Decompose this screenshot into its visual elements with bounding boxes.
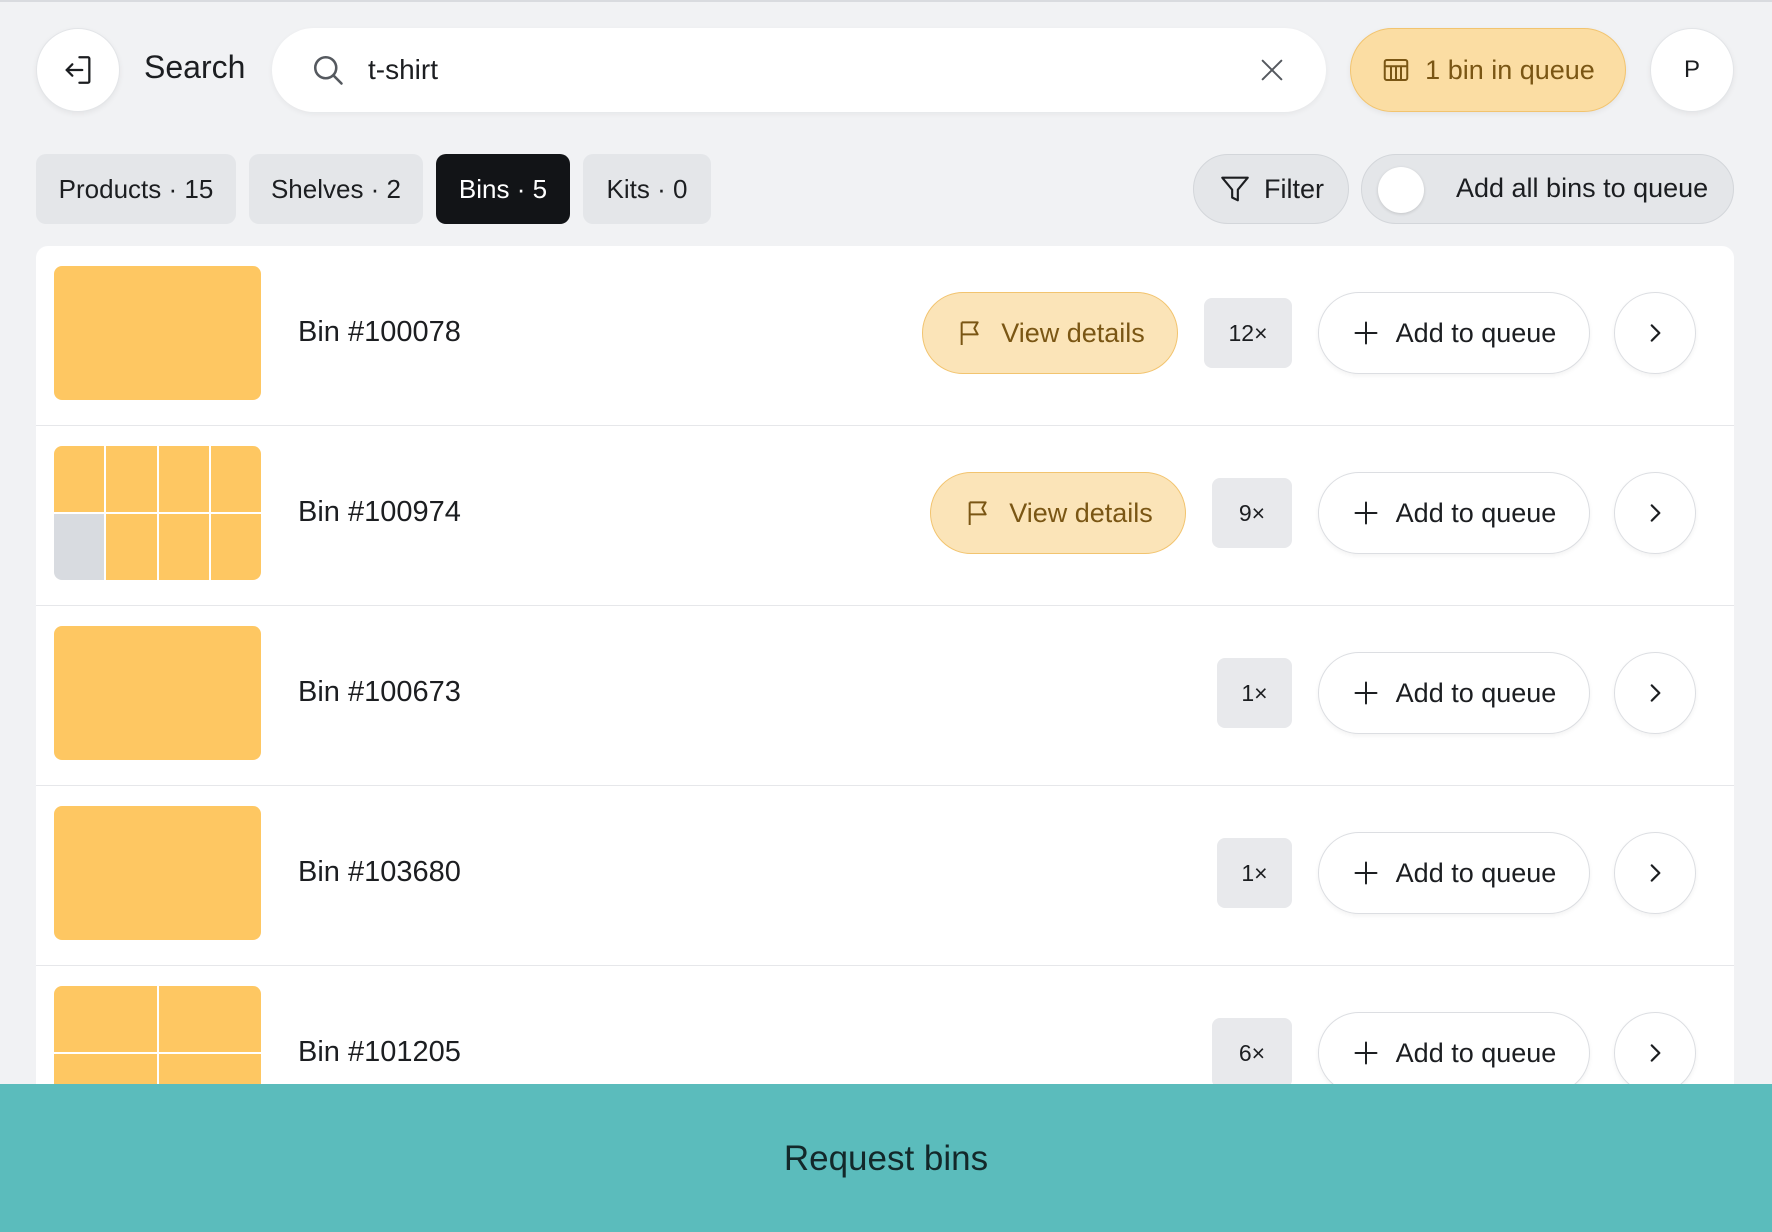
search-input[interactable] (368, 48, 1228, 92)
add-to-queue-label: Add to queue (1395, 857, 1557, 888)
bin-label: Bin #100673 (298, 676, 461, 708)
filter-icon (1221, 176, 1249, 202)
toggle-knob[interactable] (1378, 167, 1424, 213)
quantity-badge: 12× (1204, 298, 1292, 368)
view-details-label: View details (1009, 497, 1153, 528)
bin-row[interactable]: Bin #103680 1× Add to queue (36, 786, 1734, 966)
quantity-badge: 1× (1217, 658, 1292, 728)
bin-thumbnail (54, 266, 261, 400)
add-to-queue-label: Add to queue (1395, 317, 1557, 348)
quantity-badge: 9× (1212, 478, 1292, 548)
exit-button[interactable] (36, 28, 120, 112)
plus-icon (1354, 861, 1378, 885)
page-title: Search (144, 49, 246, 85)
add-to-queue-button[interactable]: Add to queue (1318, 652, 1590, 734)
plus-icon (1354, 681, 1378, 705)
avatar-initial: P (1683, 56, 1700, 83)
add-to-queue-button[interactable]: Add to queue (1318, 1012, 1590, 1094)
open-bin-button[interactable] (1614, 292, 1696, 374)
open-bin-button[interactable] (1614, 652, 1696, 734)
add-to-queue-button[interactable]: Add to queue (1318, 472, 1590, 554)
view-details-label: View details (1001, 317, 1145, 348)
add-to-queue-label: Add to queue (1395, 497, 1557, 528)
flag-icon (960, 321, 979, 345)
queue-status-label: 1 bin in queue (1425, 54, 1595, 85)
open-bin-button[interactable] (1614, 1012, 1696, 1094)
toggle-label: Add all bins to queue (1456, 173, 1709, 203)
tab-products[interactable]: Products · 15 (36, 154, 236, 224)
tab-bins[interactable]: Bins · 5 (436, 154, 570, 224)
quantity-badge: 1× (1217, 838, 1292, 908)
plus-icon (1354, 321, 1378, 345)
bin-label: Bin #101205 (298, 1036, 461, 1068)
avatar[interactable]: P (1650, 28, 1734, 112)
search-icon (313, 55, 343, 85)
chevron-right-icon (1650, 684, 1661, 702)
tab-shelves[interactable]: Shelves · 2 (249, 154, 423, 224)
search-box[interactable] (272, 28, 1326, 112)
add-to-queue-button[interactable]: Add to queue (1318, 292, 1590, 374)
add-to-queue-label: Add to queue (1395, 1037, 1557, 1068)
bin-label: Bin #103680 (298, 856, 461, 888)
close-icon[interactable] (1258, 56, 1286, 84)
queue-status-button[interactable]: 1 bin in queue (1350, 28, 1626, 112)
tab-kits[interactable]: Kits · 0 (583, 154, 711, 224)
bin-thumbnail (54, 626, 261, 760)
bin-label: Bin #100078 (298, 316, 461, 348)
flag-icon (968, 501, 987, 525)
bin-label: Bin #100974 (298, 496, 461, 528)
view-details-button[interactable]: View details (922, 292, 1178, 374)
chevron-right-icon (1650, 504, 1661, 522)
view-details-button[interactable]: View details (930, 472, 1186, 554)
bin-thumbnail (54, 806, 261, 940)
add-to-queue-label: Add to queue (1395, 677, 1557, 708)
add-all-bins-toggle[interactable]: Add all bins to queue (1361, 154, 1734, 224)
app-window: Search 1 bin in queue P Products · 15 Sh… (0, 0, 1772, 1232)
quantity-badge: 6× (1212, 1018, 1292, 1088)
filter-button[interactable]: Filter (1193, 154, 1349, 224)
tabs-row: Products · 15 Shelves · 2 Bins · 5 Kits … (36, 154, 1734, 224)
chevron-right-icon (1650, 324, 1661, 342)
filter-label: Filter (1264, 173, 1324, 204)
open-bin-button[interactable] (1614, 832, 1696, 914)
open-bin-button[interactable] (1614, 472, 1696, 554)
bin-row[interactable]: Bin #100673 1× Add to queue (36, 606, 1734, 786)
plus-icon (1354, 1041, 1378, 1065)
bin-grid-icon (1383, 59, 1409, 81)
header: Search 1 bin in queue P (36, 27, 1734, 113)
bin-list: Bin #100078 View details 12× Add to queu… (36, 246, 1734, 1146)
exit-icon (65, 56, 91, 84)
plus-icon (1354, 501, 1378, 525)
chevron-right-icon (1650, 864, 1661, 882)
bin-row[interactable]: Bin #100974 View details 9× Add to queue (36, 426, 1734, 606)
request-bins-button[interactable]: Request bins (0, 1084, 1772, 1232)
add-to-queue-button[interactable]: Add to queue (1318, 832, 1590, 914)
chevron-right-icon (1650, 1044, 1661, 1062)
bin-thumbnail (54, 446, 261, 580)
bin-row[interactable]: Bin #100078 View details 12× Add to queu… (36, 246, 1734, 426)
